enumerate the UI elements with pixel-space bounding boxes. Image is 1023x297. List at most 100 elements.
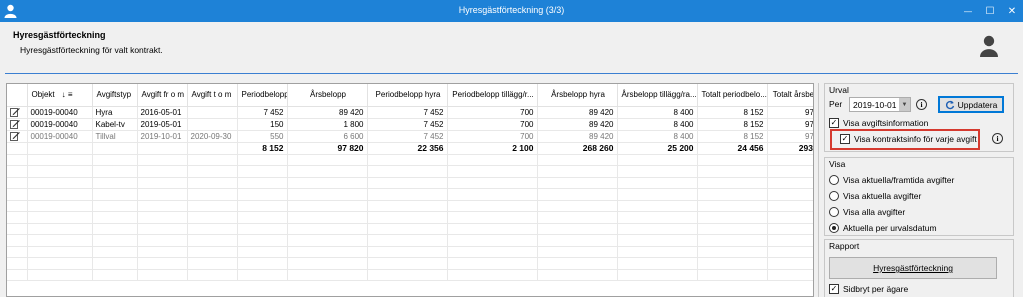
empty-cell [137, 234, 188, 247]
empty-cell [287, 246, 368, 258]
column-header-periodbelopp-tillagg[interactable]: Periodbelopp tillägg/r... [447, 84, 538, 107]
cell-from: 2019-05-01 [137, 118, 188, 131]
table-row[interactable]: 00019-00040 Tillval 2019-10-01 2020-09-30 55… [7, 130, 813, 143]
empty-cell [7, 188, 28, 201]
empty-cell [237, 246, 288, 258]
column-header-periodbelopp[interactable]: Periodbelopp [237, 84, 288, 107]
empty-cell [27, 234, 93, 247]
show-fee-info-label: Visa avgiftsinformation [843, 118, 929, 128]
empty-cell [7, 257, 28, 270]
report-button[interactable]: Hyresgästförteckning [829, 257, 997, 279]
rapport-panel: Rapport Hyresgästförteckning ✓ Sidbryt p… [824, 239, 1014, 297]
empty-cell [287, 234, 368, 247]
cell-objekt: 00019-00040 [27, 118, 93, 131]
date-dropdown[interactable]: 2019-10-01 ▼ [849, 97, 911, 112]
maximize-button[interactable]: ☐ [979, 0, 1001, 22]
minimize-button[interactable]: — [957, 0, 979, 22]
show-fee-info-checkbox[interactable]: ✓ [829, 118, 839, 128]
empty-cell [617, 200, 698, 212]
empty-cell [287, 269, 368, 281]
empty-cell [697, 269, 768, 281]
empty-cell [27, 246, 93, 258]
edit-cell[interactable] [7, 118, 28, 131]
maximize-icon: ☐ [985, 5, 995, 17]
cell-p_hyra: 7 452 [367, 130, 448, 143]
empty-cell [287, 154, 368, 166]
fee-grid[interactable]: Objekt ↓ ≡ Avgiftstyp Avgift fr o m Avgif… [6, 83, 814, 297]
empty-cell [537, 200, 618, 212]
cell-a_till: 8 400 [617, 130, 698, 143]
table-row[interactable]: 00019-00040 Hyra 2016-05-01 7 452 89 420 7 45… [7, 106, 813, 119]
empty-cell [367, 257, 448, 270]
column-header-objekt[interactable]: Objekt ↓ ≡ [27, 84, 93, 107]
empty-cell [92, 142, 138, 155]
empty-cell [92, 211, 138, 224]
edit-cell[interactable] [7, 106, 28, 119]
empty-cell [137, 165, 188, 178]
empty-row [7, 246, 813, 258]
total-t_ar: 293 460 [767, 142, 813, 155]
column-header-totalt-periodbelopp[interactable]: Totalt periodbelo... [697, 84, 768, 107]
empty-cell [92, 257, 138, 270]
empty-cell [237, 211, 288, 224]
empty-cell [27, 177, 93, 189]
table-row[interactable]: 00019-00040 Kabel-tv 2019-05-01 150 1 800 7 4… [7, 118, 813, 131]
empty-cell [617, 211, 698, 224]
empty-cell [187, 154, 238, 166]
empty-cell [537, 234, 618, 247]
update-button[interactable]: Uppdatera [938, 96, 1004, 113]
cell-ar: 1 800 [287, 118, 368, 131]
panel-scrollbar[interactable] [1017, 83, 1023, 297]
page-header: Hyresgästförteckning Hyresgästförtecknin… [0, 22, 1023, 74]
column-header-periodbelopp-hyra[interactable]: Periodbelopp hyra [367, 84, 448, 107]
empty-cell [537, 188, 618, 201]
total-p_hyra: 22 356 [367, 142, 448, 155]
page-break-checkbox[interactable]: ✓ [829, 284, 839, 294]
report-button-label: Hyresgästförteckning [873, 263, 953, 273]
empty-cell [237, 177, 288, 189]
cell-objekt: 00019-00040 [27, 130, 93, 143]
empty-cell [187, 269, 238, 281]
column-header-arsbelopp-tillagg[interactable]: Årsbelopp tillägg/ra... [617, 84, 698, 107]
splitter[interactable] [818, 83, 820, 297]
empty-cell [617, 234, 698, 247]
column-header-arsbelopp[interactable]: Årsbelopp [287, 84, 368, 107]
info-icon[interactable]: i [916, 99, 927, 110]
empty-cell [237, 269, 288, 281]
empty-cell [367, 165, 448, 178]
cell-tom: 2020-09-30 [187, 130, 238, 143]
contract-info-icon[interactable]: i [992, 133, 1003, 144]
person-icon [980, 35, 998, 57]
empty-cell [697, 223, 768, 235]
close-button[interactable]: ✕ [1001, 0, 1023, 22]
radio-label: Visa alla avgifter [843, 207, 906, 217]
empty-cell [447, 211, 538, 224]
radio-visa-aktuella[interactable] [829, 191, 839, 201]
column-header-avgift-from[interactable]: Avgift fr o m [137, 84, 188, 107]
empty-row [7, 154, 813, 166]
empty-cell [187, 177, 238, 189]
cell-t_period: 8 152 [697, 130, 768, 143]
urval-title: Urval [829, 85, 849, 95]
empty-cell [767, 200, 813, 212]
column-header-avgiftstyp[interactable]: Avgiftstyp [92, 84, 138, 107]
empty-cell [697, 154, 768, 166]
page-subtitle: Hyresgästförteckning för valt kontrakt. [20, 45, 163, 55]
empty-row [7, 269, 813, 281]
radio-aktuella-per-urvalsdatum[interactable] [829, 223, 839, 233]
fee-table: Objekt ↓ ≡ Avgiftstyp Avgift fr o m Avgif… [7, 84, 813, 281]
column-header-totalt-arsbelopp[interactable]: Totalt årsbelopp [767, 84, 813, 107]
table-header-row: Objekt ↓ ≡ Avgiftstyp Avgift fr o m Avgif… [7, 84, 813, 107]
column-header-avgift-tom[interactable]: Avgift t o m [187, 84, 238, 107]
radio-visa-aktuella-framtida[interactable] [829, 175, 839, 185]
empty-cell [367, 177, 448, 189]
empty-cell [287, 188, 368, 201]
empty-cell [7, 246, 28, 258]
column-header-arsbelopp-hyra[interactable]: Årsbelopp hyra [537, 84, 618, 107]
empty-cell [537, 257, 618, 270]
edit-cell[interactable] [7, 130, 28, 143]
cell-typ: Tillval [92, 130, 138, 143]
radio-visa-alla[interactable] [829, 207, 839, 217]
empty-cell [367, 188, 448, 201]
cell-a_till: 8 400 [617, 118, 698, 131]
